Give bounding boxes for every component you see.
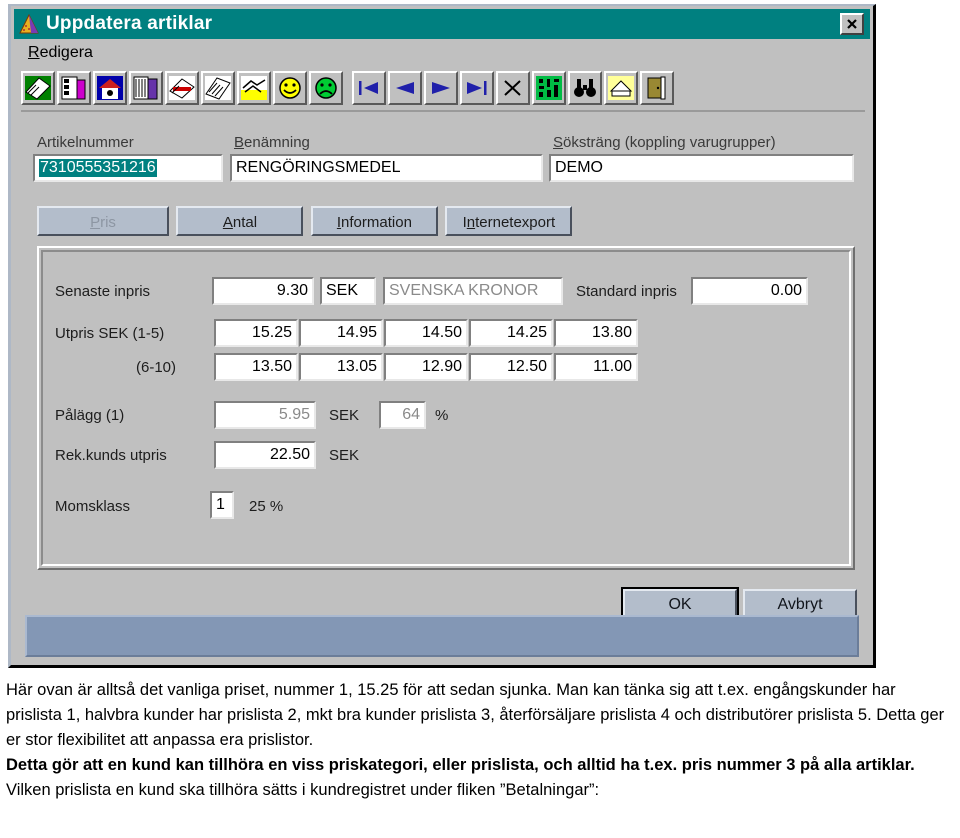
out-price-4[interactable]: 14.25 (469, 319, 553, 347)
handshake-icon[interactable] (237, 71, 271, 105)
note-yellow-icon[interactable] (604, 71, 638, 105)
first-record-icon[interactable] (352, 71, 386, 105)
status-strip (25, 615, 859, 657)
paragraph-1: Här ovan är alltså det vanliga priset, n… (6, 681, 945, 749)
barcode-icon[interactable] (532, 71, 566, 105)
copy-article-icon[interactable] (57, 71, 91, 105)
markup-currency-code: SEK (329, 407, 360, 424)
markup-input[interactable]: 5.95 (214, 401, 316, 429)
latest-in-price-input[interactable]: 9.30 (212, 277, 314, 305)
article-number-label: Artikelnummer (37, 134, 134, 151)
previous-record-icon[interactable] (388, 71, 422, 105)
new-article-icon[interactable] (21, 71, 55, 105)
out-price-2[interactable]: 14.95 (299, 319, 383, 347)
tab-internetexport[interactable]: Internetexport (445, 206, 573, 236)
search-string-label: Söksträng (koppling varugrupper) (553, 134, 776, 151)
vat-class-label: Momsklass (55, 498, 131, 515)
out-price-6-10-label: (6-10) (136, 359, 177, 376)
paragraph-2: Detta gör att en kund kan tillhöra en vi… (6, 753, 954, 803)
pyramid-icon (18, 13, 40, 35)
menu-bar: Redigera (14, 39, 870, 67)
search-string-input[interactable]: DEMO (549, 154, 854, 182)
markup-percent-input[interactable]: 64 (379, 401, 426, 429)
latest-in-price-label: Senaste inpris (55, 283, 151, 300)
menu-item-redigera[interactable]: Redigera (28, 44, 93, 62)
out-price-8[interactable]: 12.90 (384, 353, 468, 381)
last-record-icon[interactable] (460, 71, 494, 105)
vat-class-rate: 25 % (249, 498, 284, 515)
recommended-price-label: Rek.kunds utpris (55, 447, 167, 464)
out-price-10[interactable]: 11.00 (554, 353, 638, 381)
warehouse-icon[interactable] (129, 71, 163, 105)
recommended-price-input[interactable]: 22.50 (214, 441, 316, 469)
tab-pris[interactable]: Pris (37, 206, 169, 236)
delete-article-icon[interactable] (165, 71, 199, 105)
cancel-x-icon[interactable] (496, 71, 530, 105)
find-binoculars-icon[interactable] (568, 71, 602, 105)
out-price-7[interactable]: 13.05 (299, 353, 383, 381)
paragraph-2-bold: Detta gör att en kund kan tillhöra en vi… (6, 756, 915, 774)
markup-label: Pålägg (1) (55, 407, 125, 424)
latest-in-price-currency-code: SEK (320, 277, 376, 305)
recommended-price-currency-code: SEK (329, 447, 360, 464)
next-record-icon[interactable] (424, 71, 458, 105)
article-number-input[interactable]: 7310555351216 (33, 154, 223, 182)
smiley-happy-icon[interactable] (273, 71, 307, 105)
supplier-icon[interactable] (93, 71, 127, 105)
out-price-3[interactable]: 14.50 (384, 319, 468, 347)
out-price-5[interactable]: 13.80 (554, 319, 638, 347)
title-bar: Uppdatera artiklar (14, 9, 870, 39)
screenshot-root: Uppdatera artiklar Redigera Artikelnumme… (0, 0, 960, 838)
out-price-1-5-label: Utpris SEK (1-5) (55, 325, 165, 342)
description-input[interactable]: RENGÖRINGSMEDEL (230, 154, 543, 182)
tab-information[interactable]: Information (310, 206, 438, 236)
out-price-6[interactable]: 13.50 (214, 353, 298, 381)
smiley-sad-icon[interactable] (309, 71, 343, 105)
out-price-9[interactable]: 12.50 (469, 353, 553, 381)
explanatory-text: Här ovan är alltså det vanliga priset, n… (6, 678, 954, 803)
markup-percent-symbol: % (435, 407, 449, 424)
toolbar-divider (21, 110, 865, 112)
tab-strip: Pris Antal Information Internetexport (37, 206, 575, 236)
vat-class-input[interactable]: 1 (210, 491, 234, 519)
tab-antal[interactable]: Antal (176, 206, 304, 236)
standard-in-price-label: Standard inpris (576, 283, 677, 300)
notes-icon[interactable] (201, 71, 235, 105)
close-icon[interactable] (840, 13, 864, 35)
uppdatera-artiklar-window: Uppdatera artiklar Redigera Artikelnumme… (8, 4, 876, 668)
latest-in-price-currency-name: SVENSKA KRONOR (383, 277, 563, 305)
standard-in-price-input[interactable]: 0.00 (691, 277, 808, 305)
toolbar (21, 68, 867, 108)
out-price-1[interactable]: 15.25 (214, 319, 298, 347)
window-title: Uppdatera artiklar (46, 13, 213, 34)
paragraph-2-rest: Vilken prislista en kund ska tillhöra sä… (6, 781, 600, 799)
exit-door-icon[interactable] (640, 71, 674, 105)
article-number-value: 7310555351216 (39, 159, 157, 177)
description-label: Benämning (234, 134, 310, 151)
